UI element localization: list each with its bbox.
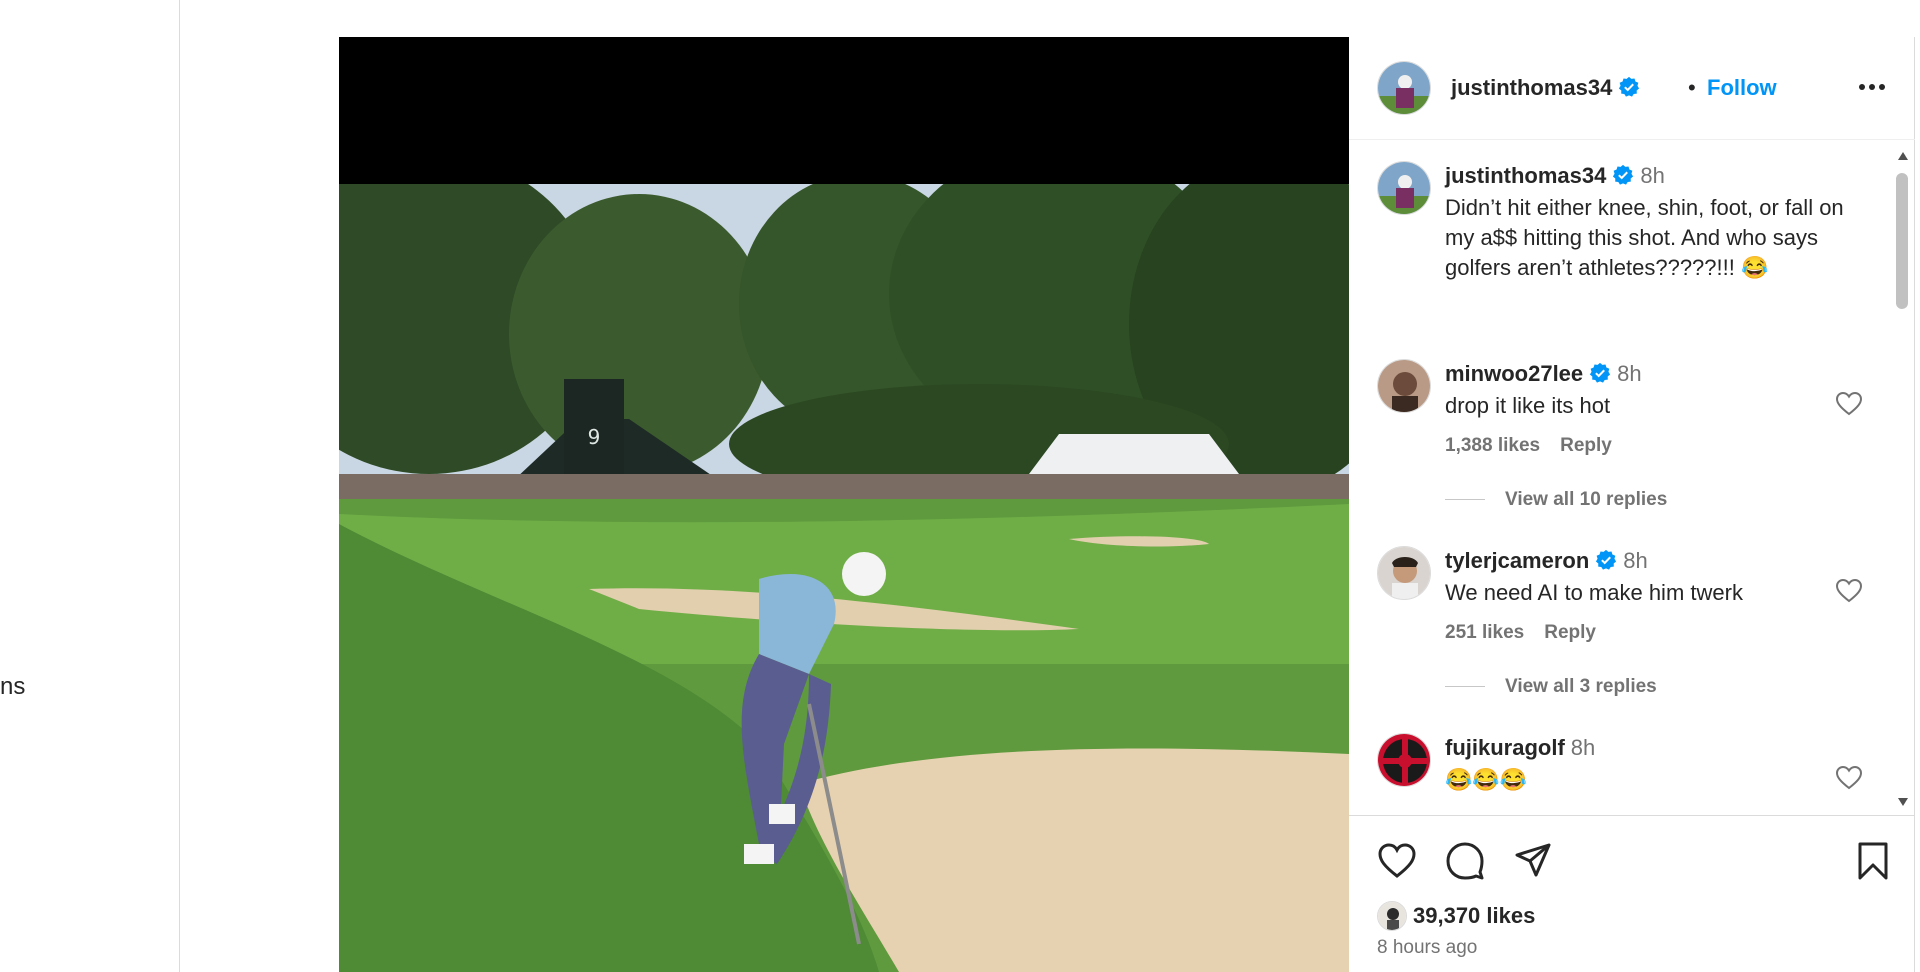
- post-video-frame[interactable]: 9: [339, 184, 1349, 972]
- scrollbar-thumb[interactable]: [1896, 173, 1908, 309]
- comment-meta: 1,388 likes Reply: [1445, 435, 1632, 457]
- left-sidebar: ns: [0, 0, 180, 972]
- view-replies-button[interactable]: View all 10 replies: [1445, 489, 1667, 511]
- reply-button[interactable]: Reply: [1560, 435, 1612, 456]
- comment-like-icon[interactable]: [1835, 391, 1863, 417]
- reply-button[interactable]: Reply: [1544, 622, 1596, 643]
- caption-time[interactable]: 8h: [1640, 163, 1664, 188]
- heart-icon[interactable]: [1377, 841, 1417, 881]
- post-actions: 39,370 likes 8 hours ago: [1349, 817, 1915, 972]
- verified-icon: [1590, 362, 1611, 383]
- comment-icon[interactable]: [1445, 841, 1485, 881]
- caption-text: Didn’t hit either knee, shin, foot, or f…: [1445, 195, 1844, 280]
- liker-avatar[interactable]: [1377, 901, 1407, 931]
- header-dot-separator: •: [1688, 75, 1696, 100]
- comment-time[interactable]: 8h: [1571, 735, 1595, 760]
- comment-text: We need AI to make him twerk: [1445, 580, 1743, 605]
- likes-count[interactable]: 39,370 likes: [1413, 903, 1535, 929]
- comment-time[interactable]: 8h: [1617, 361, 1641, 386]
- view-replies-label[interactable]: View all 3 replies: [1505, 676, 1657, 697]
- verified-icon: [1596, 549, 1617, 570]
- commenter-username[interactable]: fujikuragolf 8h: [1445, 735, 1595, 761]
- post-header: justinthomas34 • Follow: [1349, 37, 1915, 140]
- commenter-avatar[interactable]: [1377, 546, 1431, 600]
- commenter-username-text[interactable]: minwoo27lee: [1445, 361, 1583, 386]
- commenter-username-text[interactable]: tylerjcameron: [1445, 548, 1589, 573]
- verified-icon: [1613, 164, 1634, 185]
- comment-like-icon[interactable]: [1835, 578, 1863, 604]
- more-options-icon[interactable]: [1857, 77, 1887, 97]
- post-timestamp[interactable]: 8 hours ago: [1377, 937, 1477, 959]
- bookmark-icon[interactable]: [1853, 841, 1893, 881]
- follow-button[interactable]: Follow: [1707, 75, 1777, 101]
- comment-text: 😂😂😂: [1445, 767, 1528, 792]
- commenter-avatar[interactable]: [1377, 359, 1431, 413]
- comment-meta: 251 likes Reply: [1445, 622, 1616, 644]
- comment-time[interactable]: 8h: [1623, 548, 1647, 573]
- verified-icon: [1619, 76, 1640, 97]
- comment-likes[interactable]: 251 likes: [1445, 622, 1524, 643]
- commenter-username-text[interactable]: fujikuragolf: [1445, 735, 1565, 760]
- post-media[interactable]: 9: [339, 37, 1349, 972]
- share-icon[interactable]: [1513, 841, 1553, 881]
- author-username[interactable]: justinthomas34: [1451, 75, 1640, 101]
- comment-like-icon[interactable]: [1835, 765, 1863, 791]
- comments-list[interactable]: justinthomas34 8h Didn’t hit either knee,…: [1349, 141, 1915, 816]
- post-details-panel: justinthomas34 • Follow justinthomas34 8h…: [1349, 37, 1915, 972]
- svg-text:9: 9: [588, 425, 601, 449]
- commenter-username[interactable]: minwoo27lee 8h: [1445, 361, 1642, 387]
- commenter-username[interactable]: tylerjcameron 8h: [1445, 548, 1648, 574]
- view-replies-label[interactable]: View all 10 replies: [1505, 489, 1667, 510]
- view-replies-button[interactable]: View all 3 replies: [1445, 676, 1657, 698]
- replies-divider: [1445, 499, 1485, 501]
- commenter-avatar[interactable]: [1377, 733, 1431, 787]
- caption-username[interactable]: justinthomas34 8h: [1445, 163, 1665, 189]
- scroll-up-arrow-icon[interactable]: [1897, 151, 1909, 161]
- comment-likes[interactable]: 1,388 likes: [1445, 435, 1540, 456]
- replies-divider: [1445, 686, 1485, 688]
- caption-username-text[interactable]: justinthomas34: [1445, 163, 1606, 188]
- author-username-text[interactable]: justinthomas34: [1451, 75, 1612, 100]
- caption-author-avatar[interactable]: [1377, 161, 1431, 215]
- scroll-down-arrow-icon[interactable]: [1897, 797, 1909, 807]
- sidebar-nav-item-label[interactable]: ns: [0, 673, 25, 701]
- author-avatar[interactable]: [1377, 61, 1431, 115]
- comment-text: drop it like its hot: [1445, 393, 1611, 418]
